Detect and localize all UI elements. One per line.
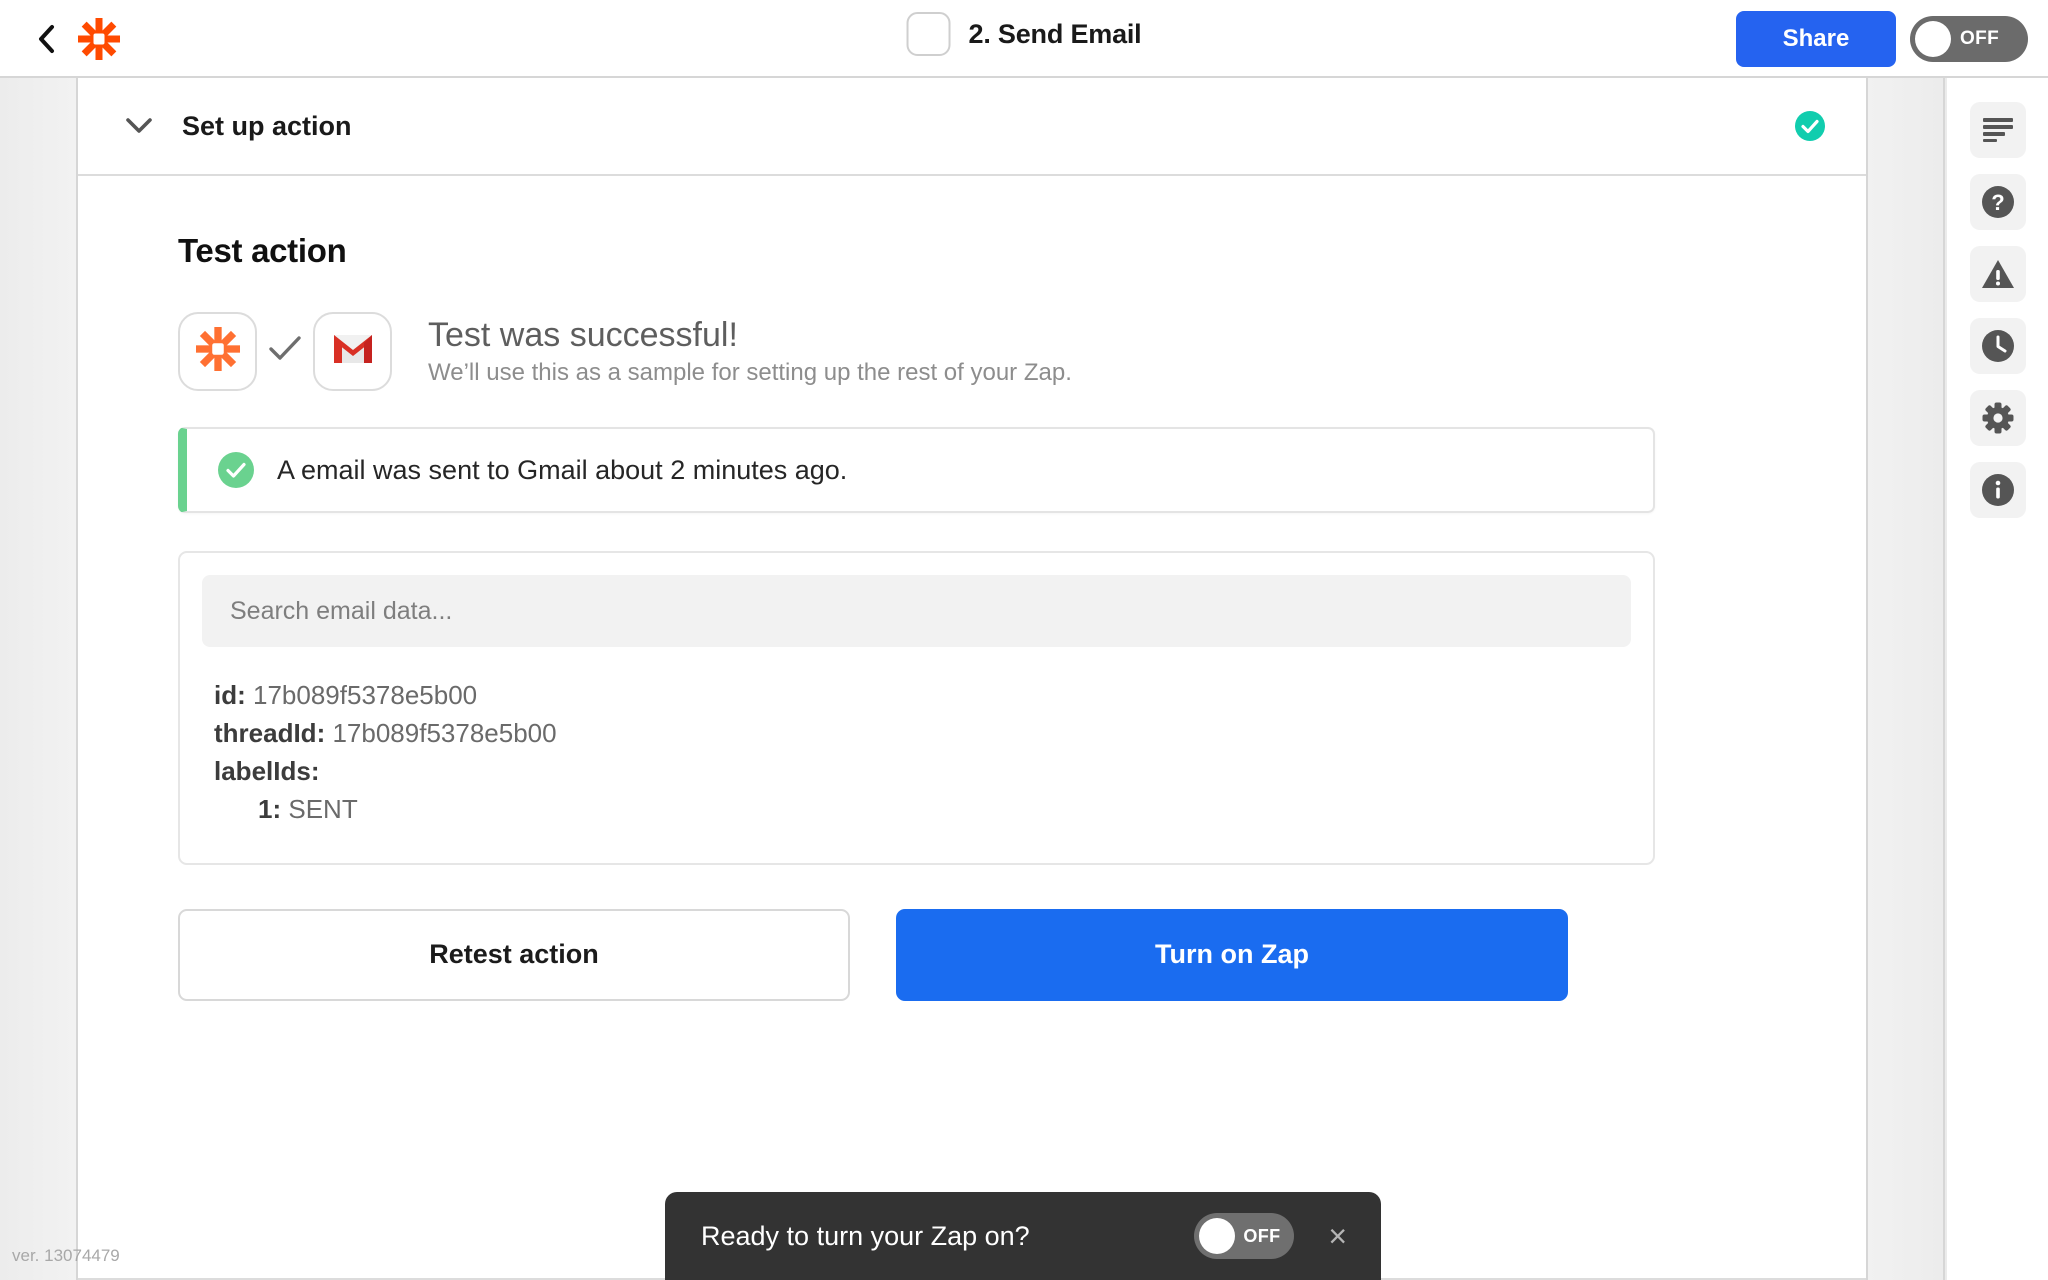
page-title: 2. Send Email — [968, 18, 1142, 49]
list-item: 1: SENT — [214, 791, 1631, 829]
toast-zap-toggle[interactable]: OFF — [1194, 1213, 1295, 1259]
success-banner: A email was sent to Gmail about 2 minute… — [178, 427, 1655, 513]
app-placeholder-icon — [906, 12, 951, 56]
step-title-group: 2. Send Email — [906, 12, 1142, 56]
connector — [257, 335, 313, 368]
test-result-title: Test was successful! — [428, 315, 738, 354]
chevron-left-icon — [36, 23, 56, 55]
field-key: labelIds: — [214, 755, 320, 786]
share-button[interactable]: Share — [1736, 11, 1896, 67]
check-circle-icon — [217, 451, 255, 489]
check-mark-icon — [268, 335, 302, 368]
right-icon-rail: ? — [1947, 78, 2048, 1280]
test-result-text: Test was successful! We’ll use this as a… — [428, 316, 1072, 388]
left-gutter — [0, 78, 78, 1280]
rail-item-help[interactable]: ? — [1969, 174, 2026, 230]
field-value: 17b089f5378e5b00 — [253, 680, 478, 710]
list-item: id: 17b089f5378e5b00 — [214, 677, 1631, 715]
test-result-row: Test was successful! We’ll use this as a… — [178, 312, 1766, 391]
field-key: id: — [214, 680, 246, 710]
clock-history-icon — [1981, 329, 2015, 363]
app-screen: 2. Send Email Share OFF ver. 13074479 ? … — [0, 0, 2048, 1280]
toast-message: Ready to turn your Zap on? — [701, 1220, 1030, 1251]
email-data-card: id: 17b089f5378e5b00 threadId: 17b089f53… — [178, 551, 1655, 865]
toggle-knob — [1915, 21, 1951, 57]
zapier-logo-icon[interactable] — [78, 18, 120, 60]
rail-item-warnings[interactable] — [1969, 246, 2026, 302]
setup-action-header[interactable]: Set up action — [78, 78, 1866, 176]
zapier-logo-icon — [195, 327, 240, 376]
version-label: ver. 13074479 — [12, 1246, 120, 1265]
list-item: threadId: 17b089f5378e5b00 — [214, 715, 1631, 753]
list-item: labelIds: — [214, 753, 1631, 791]
target-app-icon-box — [313, 312, 392, 391]
warning-triangle-icon — [1981, 259, 2015, 290]
section-status-badge — [1794, 110, 1826, 142]
rail-item-notes[interactable] — [1969, 102, 2026, 158]
action-button-row: Retest action Turn on Zap — [178, 908, 1766, 1001]
field-value: 17b089f5378e5b00 — [332, 717, 557, 748]
svg-text:?: ? — [1991, 190, 2004, 215]
help-question-icon: ? — [1981, 185, 2015, 219]
search-input[interactable] — [202, 575, 1631, 647]
toggle-knob — [1199, 1218, 1236, 1254]
retest-action-button[interactable]: Retest action — [178, 908, 850, 1001]
toast-toggle-state-label: OFF — [1243, 1225, 1281, 1246]
setup-action-body: Test action Test was successful! We’ll u… — [78, 176, 1866, 1280]
source-app-icon-box — [178, 312, 257, 391]
test-result-subtitle: We’ll use this as a sample for setting u… — [428, 358, 1072, 386]
gmail-icon — [329, 325, 377, 378]
toggle-state-label: OFF — [1960, 28, 2000, 49]
rail-item-history[interactable] — [1969, 318, 2026, 374]
info-circle-icon — [1981, 473, 2015, 507]
email-data-list: id: 17b089f5378e5b00 threadId: 17b089f53… — [202, 677, 1631, 829]
field-key: 1: — [258, 793, 282, 824]
back-button[interactable] — [34, 22, 58, 56]
top-bar: 2. Send Email Share OFF — [0, 0, 2048, 78]
main-panel: Set up action Test action Test was succe… — [78, 78, 1866, 1280]
close-icon[interactable]: × — [1328, 1220, 1347, 1252]
zap-power-toggle[interactable]: OFF — [1910, 16, 2028, 62]
chevron-down-icon[interactable] — [122, 109, 156, 143]
field-value: SENT — [288, 793, 358, 824]
rail-item-settings[interactable] — [1969, 390, 2026, 446]
right-gutter — [1866, 78, 1945, 1280]
test-action-heading: Test action — [178, 232, 347, 269]
notes-lines-icon — [1982, 117, 2013, 143]
rail-item-info[interactable] — [1969, 462, 2026, 518]
success-banner-text: A email was sent to Gmail about 2 minute… — [277, 454, 848, 485]
gear-settings-icon — [1982, 402, 2014, 434]
turn-on-zap-button[interactable]: Turn on Zap — [896, 908, 1568, 1001]
section-title: Set up action — [182, 110, 352, 141]
field-key: threadId: — [214, 717, 326, 748]
turn-on-zap-toast: Ready to turn your Zap on? OFF × — [665, 1192, 1381, 1280]
